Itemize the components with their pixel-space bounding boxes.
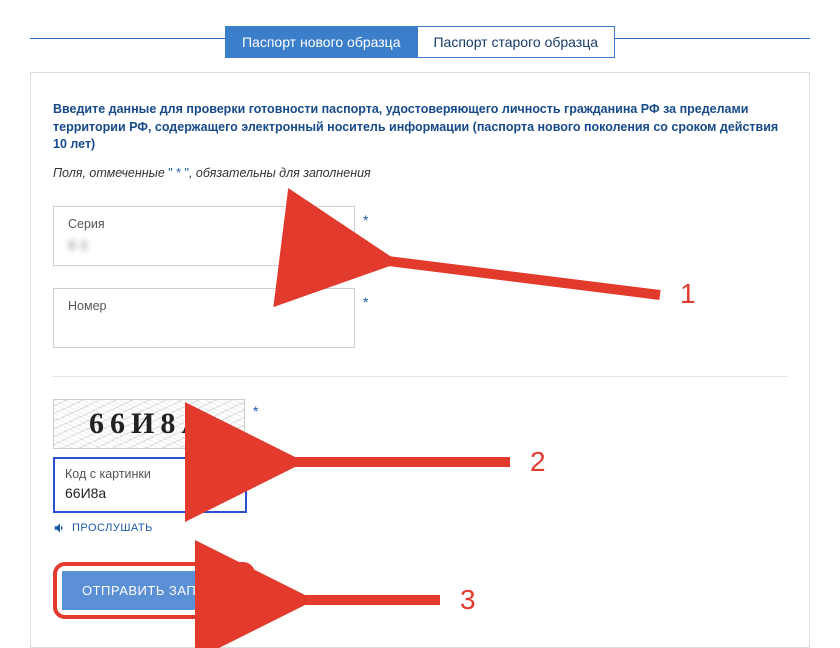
intro-text: Введите данные для проверки готовности п… (53, 101, 787, 154)
captcha-required-mark: * (253, 403, 258, 419)
captcha-input[interactable] (65, 485, 235, 501)
listen-label: ПРОСЛУШАТЬ (72, 522, 153, 534)
hint-suffix: , обязательны для заполнения (189, 166, 371, 180)
annotation-number-3: 3 (460, 584, 476, 616)
captcha-distorted-text: 66И8А (89, 407, 209, 441)
submit-highlight: ОТПРАВИТЬ ЗАПРОС (53, 562, 255, 619)
number-field-wrap: Номер * (53, 288, 787, 348)
separator (53, 376, 787, 377)
annotation-number-1: 1 (680, 278, 696, 310)
series-required-mark: * (363, 212, 368, 228)
listen-button[interactable]: ПРОСЛУШАТЬ (53, 521, 153, 535)
captcha-image: 66И8А (53, 399, 245, 449)
hint-asterisk: " * " (168, 166, 189, 180)
annotation-number-2: 2 (530, 446, 546, 478)
hint-prefix: Поля, отмеченные (53, 166, 168, 180)
audio-icon (53, 521, 67, 535)
tab-old-passport[interactable]: Паспорт старого образца (417, 26, 615, 58)
captcha-input-label: Код с картинки (65, 467, 235, 481)
series-field[interactable]: Серия 8 3 (53, 206, 355, 266)
form-panel: Введите данные для проверки готовности п… (30, 72, 810, 648)
tab-new-passport[interactable]: Паспорт нового образца (225, 26, 418, 58)
number-value (68, 319, 342, 335)
number-required-mark: * (363, 294, 368, 310)
number-label: Номер (68, 299, 342, 313)
submit-button[interactable]: ОТПРАВИТЬ ЗАПРОС (62, 571, 246, 610)
series-label: Серия (68, 217, 342, 231)
series-field-wrap: Серия 8 3 * (53, 206, 787, 266)
series-value: 8 3 (68, 237, 342, 253)
tabs: Паспорт нового образца Паспорт старого о… (225, 26, 615, 58)
captcha-block: 66И8А * Код с картинки ПРОСЛУШАТЬ (53, 399, 787, 540)
required-hint: Поля, отмеченные " * ", обязательны для … (53, 166, 787, 180)
number-field[interactable]: Номер (53, 288, 355, 348)
captcha-input-wrap: Код с картинки (53, 457, 247, 513)
